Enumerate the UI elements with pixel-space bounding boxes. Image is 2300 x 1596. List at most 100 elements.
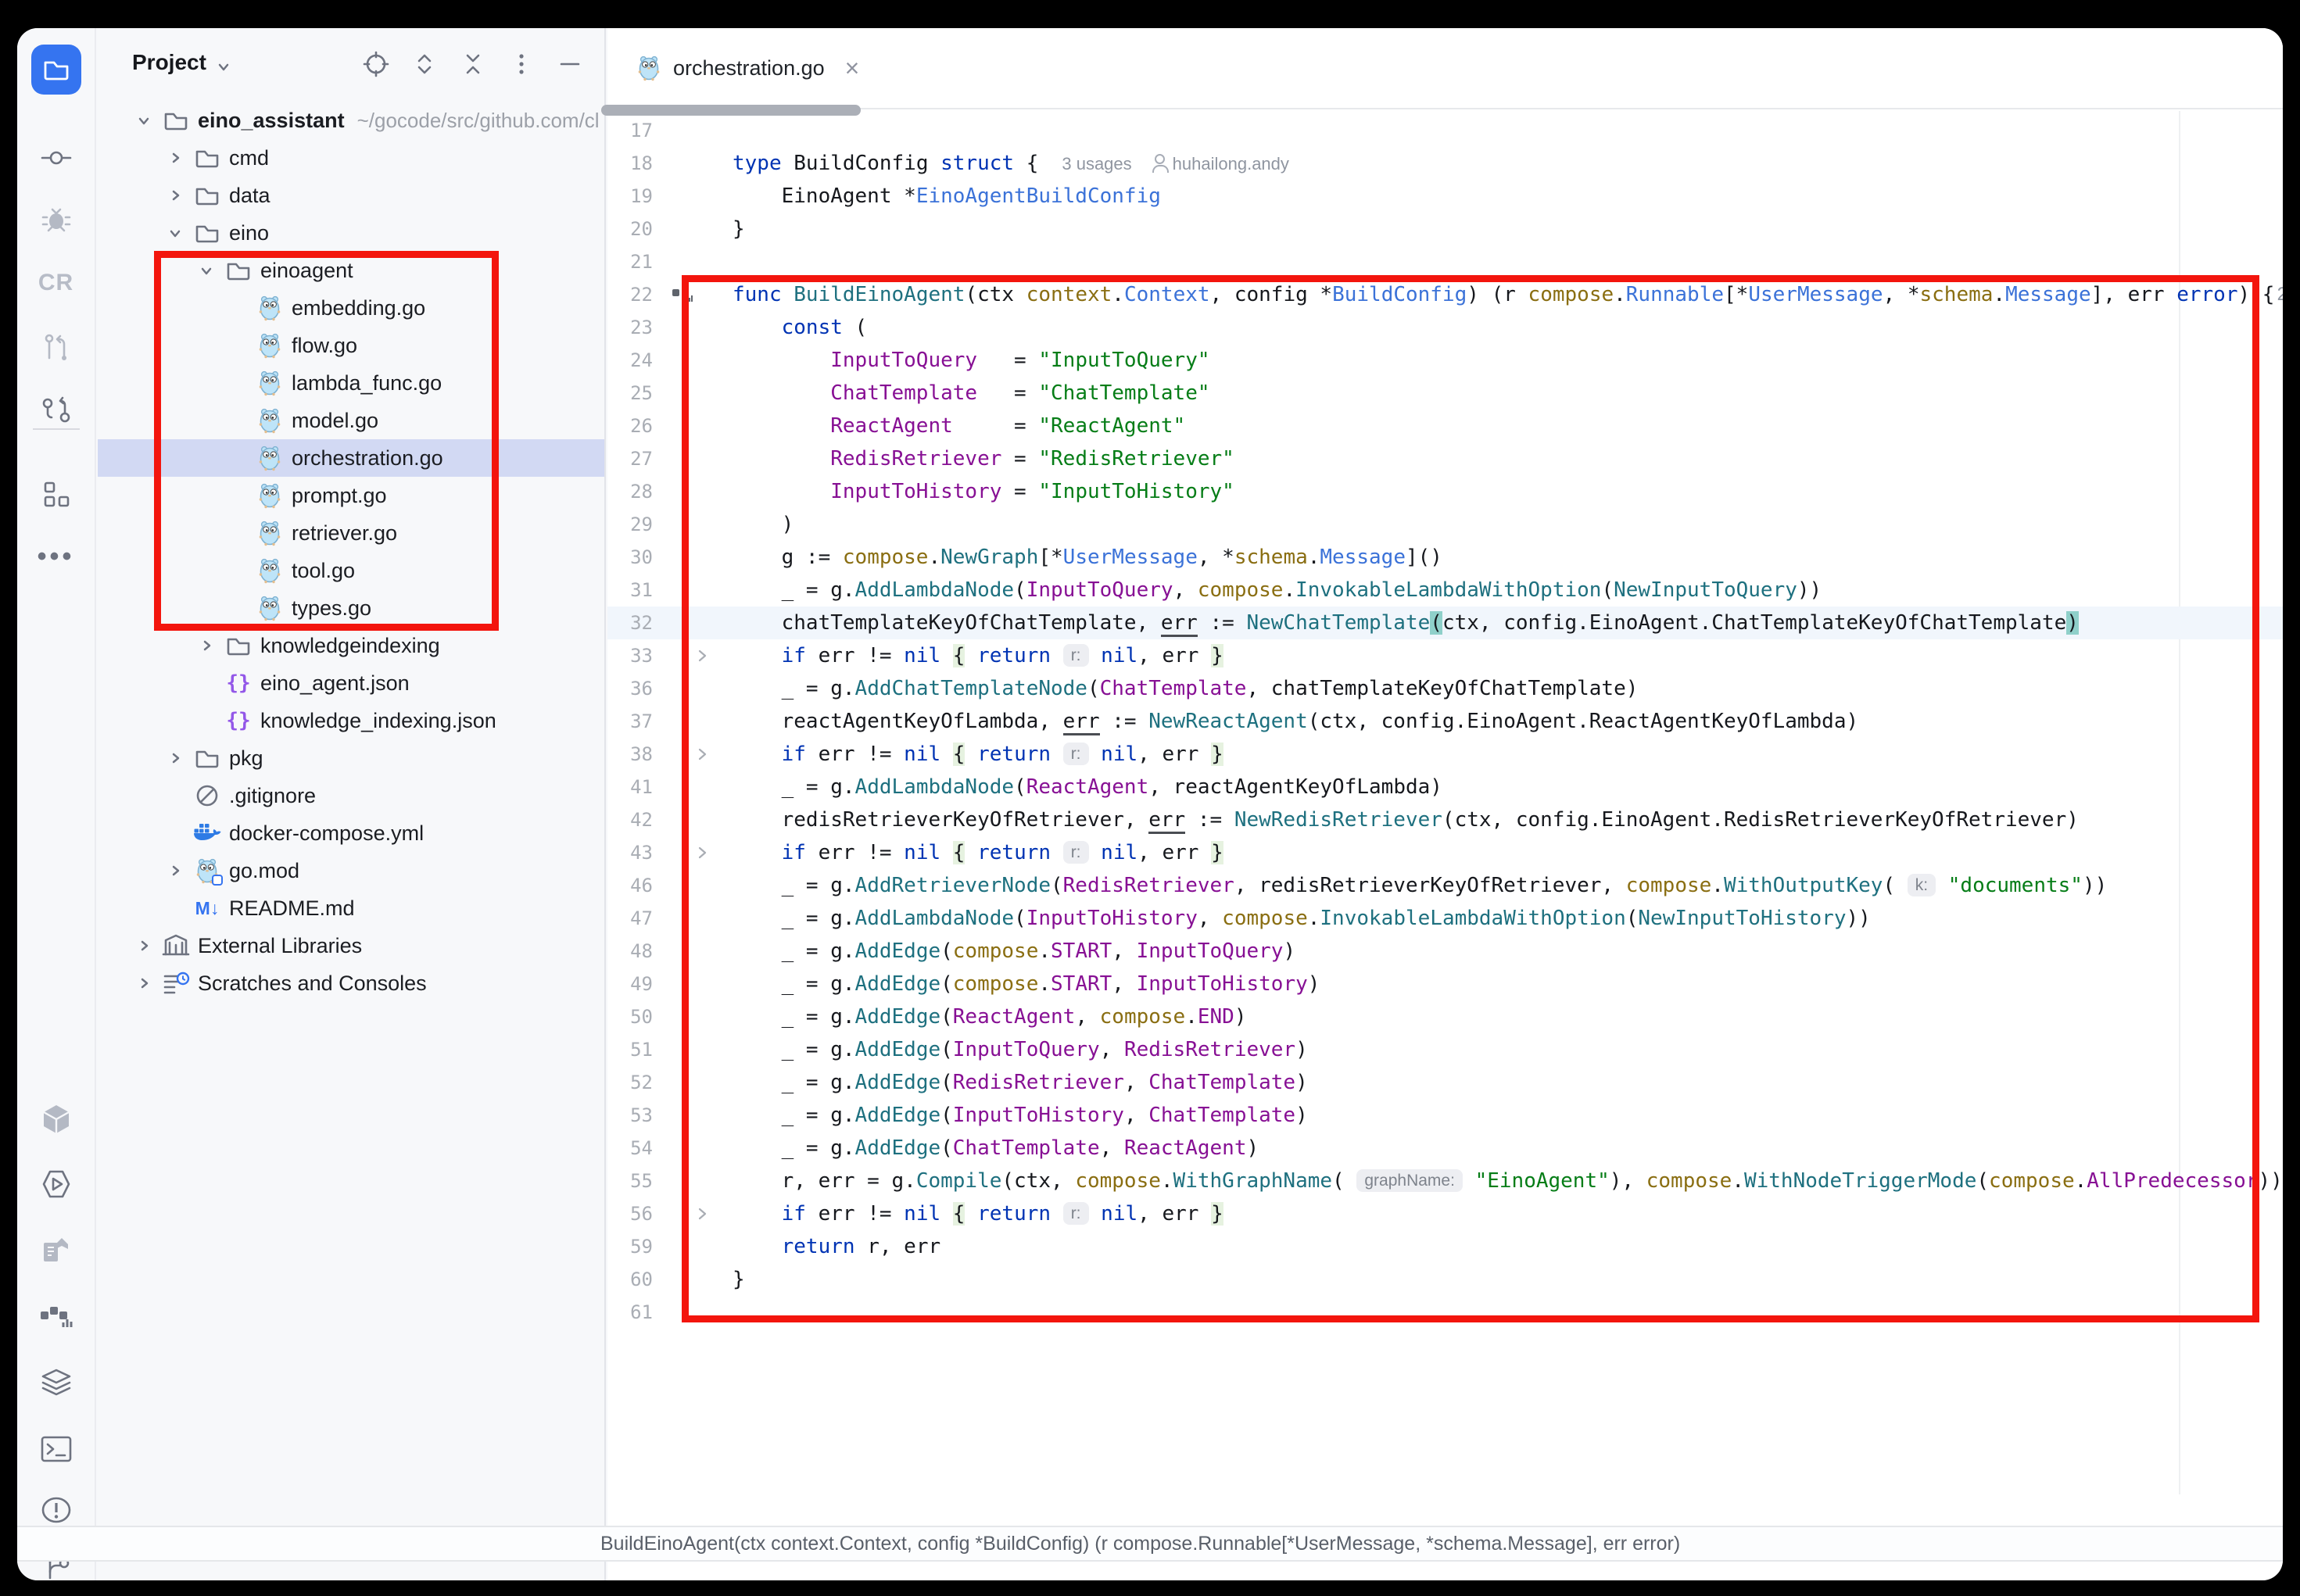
code-line-50[interactable]: 50 _ = g.AddEdge(ReactAgent, compose.END… [607, 1000, 2283, 1033]
line-number[interactable]: 53 [607, 1099, 653, 1132]
code-line-17[interactable]: 17 [607, 114, 2283, 147]
code-line-56[interactable]: 56 if err != nil { return r: nil, err } [607, 1197, 2283, 1230]
line-number[interactable]: 20 [607, 213, 653, 245]
tree-item-lambda-func-go[interactable]: lambda_func.go [98, 364, 604, 402]
code-line-54[interactable]: 54 _ = g.AddEdge(ChatTemplate, ReactAgen… [607, 1132, 2283, 1165]
rail-bookmarks-icon[interactable] [31, 1225, 81, 1275]
code-line-47[interactable]: 47 _ = g.AddLambdaNode(InputToHistory, c… [607, 902, 2283, 935]
tree-item-einoagent[interactable]: einoagent [98, 252, 604, 289]
tree-item-go-mod[interactable]: go.mod [98, 852, 604, 889]
line-number[interactable]: 18 [607, 147, 653, 180]
line-number[interactable]: 30 [607, 541, 653, 574]
fold-chevron-icon[interactable] [695, 744, 711, 764]
line-number[interactable]: 54 [607, 1132, 653, 1165]
code-line-30[interactable]: 30 g := compose.NewGraph[*UserMessage, *… [607, 541, 2283, 574]
code-line-24[interactable]: 24 InputToQuery = "InputToQuery" [607, 344, 2283, 377]
rail-structure-icon[interactable] [31, 469, 81, 519]
fold-chevron-icon[interactable] [695, 646, 711, 666]
tree-item-types-go[interactable]: types.go [98, 589, 604, 627]
tree-item-knowledgeindexing[interactable]: knowledgeindexing [98, 627, 604, 664]
locate-icon[interactable] [362, 50, 390, 78]
line-number[interactable]: 61 [607, 1296, 653, 1329]
code-line-26[interactable]: 26 ReactAgent = "ReactAgent" [607, 410, 2283, 442]
tree-item-retriever-go[interactable]: retriever.go [98, 514, 604, 552]
code-line-60[interactable]: 60} [607, 1263, 2283, 1296]
line-number[interactable]: 17 [607, 114, 653, 147]
tree-item-external-libraries[interactable]: External Libraries [98, 927, 604, 964]
tree-item-eino[interactable]: eino [98, 214, 604, 252]
tree-item-scratches-and-consoles[interactable]: Scratches and Consoles [98, 964, 604, 1002]
line-number[interactable]: 50 [607, 1000, 653, 1033]
rail-profiler-icon[interactable] [31, 1291, 81, 1341]
code-line-36[interactable]: 36 _ = g.AddChatTemplateNode(ChatTemplat… [607, 672, 2283, 705]
more-icon[interactable] [507, 50, 536, 78]
code-line-51[interactable]: 51 _ = g.AddEdge(InputToQuery, RedisRetr… [607, 1033, 2283, 1066]
tree-item-eino-agent-json[interactable]: {}eino_agent.json [98, 664, 604, 702]
tree-item-orchestration-go[interactable]: orchestration.go [98, 439, 604, 477]
line-number[interactable]: 48 [607, 935, 653, 968]
chevron-down-icon[interactable] [127, 112, 160, 129]
chevron-right-icon[interactable] [158, 862, 192, 879]
tree-item-eino-assistant[interactable]: eino_assistant~/gocode/src/github.com/cl [98, 102, 604, 139]
chevron-right-icon[interactable] [158, 149, 192, 166]
fold-chevron-icon[interactable] [695, 843, 711, 863]
line-number[interactable]: 22 [607, 278, 653, 311]
chevron-right-icon[interactable] [158, 750, 192, 767]
line-number[interactable]: 32 [607, 607, 653, 639]
line-number[interactable]: 19 [607, 180, 653, 213]
tree-item-docker-compose-yml[interactable]: docker-compose.yml [98, 814, 604, 852]
line-number[interactable]: 36 [607, 672, 653, 705]
rail-commit-icon[interactable] [31, 133, 81, 183]
tab-orchestration-go[interactable]: orchestration.go × [629, 28, 867, 108]
code-line-33[interactable]: 33 if err != nil { return r: nil, err } [607, 639, 2283, 672]
line-number[interactable]: 56 [607, 1197, 653, 1230]
code-line-48[interactable]: 48 _ = g.AddEdge(compose.START, InputToQ… [607, 935, 2283, 968]
chevron-down-icon[interactable] [215, 58, 232, 75]
code-line-21[interactable]: 21 [607, 245, 2283, 278]
tab-close-icon[interactable]: × [845, 55, 860, 81]
line-number[interactable]: 38 [607, 738, 653, 771]
line-number[interactable]: 42 [607, 803, 653, 836]
line-number[interactable]: 60 [607, 1263, 653, 1296]
code-line-53[interactable]: 53 _ = g.AddEdge(InputToHistory, ChatTem… [607, 1099, 2283, 1132]
code-line-18[interactable]: 18type BuildConfig struct {3 usageshuhai… [607, 147, 2283, 180]
chevron-right-icon[interactable] [127, 937, 160, 954]
gutter-diagram-icon[interactable] [672, 284, 693, 303]
code-line-23[interactable]: 23 const ( [607, 311, 2283, 344]
code-line-31[interactable]: 31 _ = g.AddLambdaNode(InputToQuery, com… [607, 574, 2283, 607]
chevron-right-icon[interactable] [158, 187, 192, 204]
line-number[interactable]: 24 [607, 344, 653, 377]
rail-code-review-icon[interactable]: CR [31, 258, 81, 308]
code-line-20[interactable]: 20} [607, 213, 2283, 245]
hide-icon[interactable] [556, 50, 584, 78]
line-number[interactable]: 26 [607, 410, 653, 442]
line-number[interactable]: 33 [607, 639, 653, 672]
line-number[interactable]: 43 [607, 836, 653, 869]
code-line-46[interactable]: 46 _ = g.AddRetrieverNode(RedisRetriever… [607, 869, 2283, 902]
chevron-down-icon[interactable] [158, 224, 192, 242]
code-line-41[interactable]: 41 _ = g.AddLambdaNode(ReactAgent, react… [607, 771, 2283, 803]
code-line-55[interactable]: 55 r, err = g.Compile(ctx, compose.WithG… [607, 1165, 2283, 1197]
code-line-38[interactable]: 38 if err != nil { return r: nil, err } [607, 738, 2283, 771]
line-number[interactable]: 46 [607, 869, 653, 902]
line-number[interactable]: 29 [607, 508, 653, 541]
code-line-59[interactable]: 59 return r, err [607, 1230, 2283, 1263]
rail-pull-requests-icon[interactable] [31, 322, 81, 372]
code-line-43[interactable]: 43 if err != nil { return r: nil, err } [607, 836, 2283, 869]
line-number[interactable]: 21 [607, 245, 653, 278]
rail-more-icon[interactable]: ••• [31, 531, 81, 582]
tree-item-embedding-go[interactable]: embedding.go [98, 289, 604, 327]
tree-item-flow-go[interactable]: flow.go [98, 327, 604, 364]
chevron-down-icon[interactable] [189, 262, 223, 279]
line-number[interactable]: 51 [607, 1033, 653, 1066]
rail-layers-icon[interactable] [31, 1358, 81, 1408]
code-area[interactable]: 1718type BuildConfig struct {3 usageshuh… [607, 114, 2283, 1329]
rail-terminal-icon[interactable] [31, 1424, 81, 1474]
tree-item-cmd[interactable]: cmd [98, 139, 604, 177]
line-number[interactable]: 27 [607, 442, 653, 475]
line-number[interactable]: 55 [607, 1165, 653, 1197]
collapse-all-icon[interactable] [459, 50, 487, 78]
tree-item-prompt-go[interactable]: prompt.go [98, 477, 604, 514]
code-line-42[interactable]: 42 redisRetrieverKeyOfRetriever, err := … [607, 803, 2283, 836]
line-number[interactable]: 37 [607, 705, 653, 738]
